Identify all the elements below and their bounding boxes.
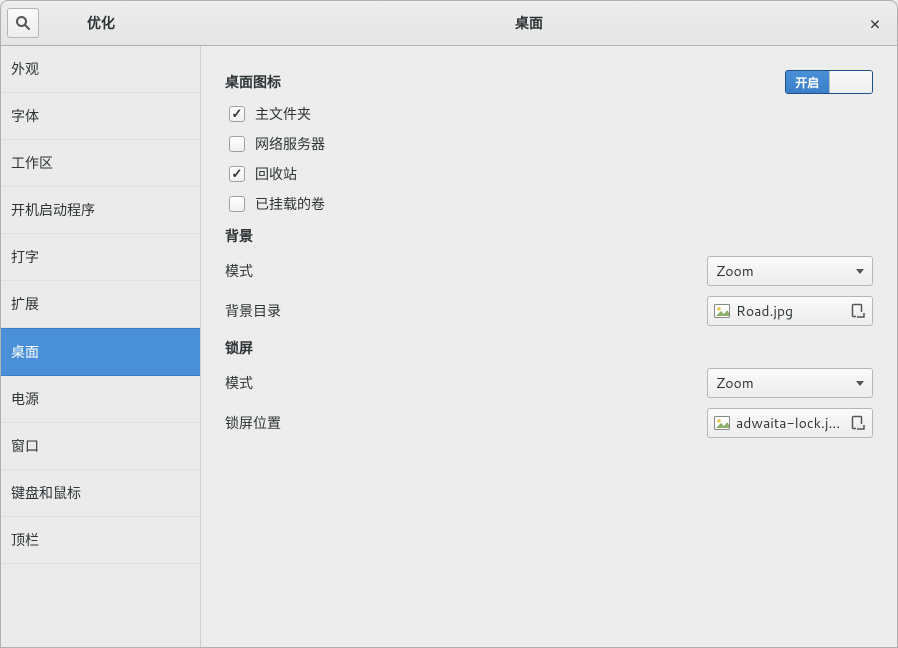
sidebar-item-fonts[interactable]: 字体 xyxy=(1,93,200,140)
background-mode-combo[interactable]: Zoom xyxy=(707,256,873,286)
tweaks-window: 优化 桌面 × 外观 字体 工作区 开机启动程序 打字 扩展 桌面 电源 窗口 … xyxy=(0,0,898,648)
background-mode-label: 模式 xyxy=(225,261,253,281)
sidebar-item-typing[interactable]: 打字 xyxy=(1,234,200,281)
combo-value: Zoom xyxy=(716,373,754,393)
lockscreen-file-button[interactable]: adwaita-lock.jpg xyxy=(707,408,873,438)
desktop-icons-switch[interactable]: 开启 xyxy=(785,70,873,94)
checkbox-trash[interactable] xyxy=(229,166,245,182)
checkbox-home-folder[interactable] xyxy=(229,106,245,122)
image-icon xyxy=(714,416,730,430)
checkbox-mounted-volumes[interactable] xyxy=(229,196,245,212)
background-file-button[interactable]: Road.jpg xyxy=(707,296,873,326)
chevron-down-icon xyxy=(856,381,864,386)
sidebar-item-desktop[interactable]: 桌面 xyxy=(1,328,200,376)
lockscreen-mode-row: 模式 Zoom xyxy=(225,368,873,398)
checkbox-label: 主文件夹 xyxy=(255,104,311,124)
sidebar: 外观 字体 工作区 开机启动程序 打字 扩展 桌面 电源 窗口 键盘和鼠标 顶栏 xyxy=(1,46,201,647)
sidebar-item-label: 电源 xyxy=(11,389,39,409)
sidebar-item-label: 外观 xyxy=(11,59,39,79)
search-icon xyxy=(15,15,31,31)
background-title: 背景 xyxy=(225,226,873,246)
combo-value: Zoom xyxy=(716,261,754,281)
image-icon xyxy=(714,304,730,318)
sidebar-item-label: 工作区 xyxy=(11,153,53,173)
open-file-icon xyxy=(850,303,866,319)
file-name: Road.jpg xyxy=(736,301,844,321)
sidebar-item-windows[interactable]: 窗口 xyxy=(1,423,200,470)
lockscreen-mode-label: 模式 xyxy=(225,373,253,393)
switch-knob xyxy=(829,71,873,93)
content-area: 桌面图标 开启 主文件夹 网络服务器 回收站 已挂载的卷 xyxy=(201,46,897,647)
sidebar-item-label: 字体 xyxy=(11,106,39,126)
background-dir-label: 背景目录 xyxy=(225,301,281,321)
sidebar-item-startup[interactable]: 开机启动程序 xyxy=(1,187,200,234)
sidebar-item-label: 扩展 xyxy=(11,294,39,314)
checkbox-label: 回收站 xyxy=(255,164,297,184)
file-name: adwaita-lock.jpg xyxy=(736,413,844,433)
window-body: 外观 字体 工作区 开机启动程序 打字 扩展 桌面 电源 窗口 键盘和鼠标 顶栏… xyxy=(1,46,897,647)
lockscreen-mode-combo[interactable]: Zoom xyxy=(707,368,873,398)
option-trash: 回收站 xyxy=(225,164,873,184)
background-mode-row: 模式 Zoom xyxy=(225,256,873,286)
sidebar-item-keyboard-mouse[interactable]: 键盘和鼠标 xyxy=(1,470,200,517)
sidebar-item-appearance[interactable]: 外观 xyxy=(1,46,200,93)
checkbox-label: 已挂载的卷 xyxy=(255,194,325,214)
sidebar-item-label: 打字 xyxy=(11,247,39,267)
open-file-icon xyxy=(850,415,866,431)
close-icon: × xyxy=(869,10,880,36)
sidebar-item-workspaces[interactable]: 工作区 xyxy=(1,140,200,187)
page-title: 桌面 xyxy=(201,13,857,33)
sidebar-item-label: 开机启动程序 xyxy=(11,200,95,220)
checkbox-network-servers[interactable] xyxy=(229,136,245,152)
lockscreen-title: 锁屏 xyxy=(225,338,873,358)
option-network-servers: 网络服务器 xyxy=(225,134,873,154)
sidebar-item-power[interactable]: 电源 xyxy=(1,376,200,423)
desktop-icons-title: 桌面图标 xyxy=(225,72,281,92)
sidebar-item-label: 键盘和鼠标 xyxy=(11,483,81,503)
background-dir-row: 背景目录 Road.jpg xyxy=(225,296,873,326)
desktop-icons-section: 桌面图标 开启 xyxy=(225,70,873,94)
sidebar-item-label: 窗口 xyxy=(11,436,39,456)
search-button[interactable] xyxy=(7,8,39,38)
switch-on-label: 开启 xyxy=(786,71,829,93)
sidebar-item-label: 桌面 xyxy=(11,342,39,362)
checkbox-label: 网络服务器 xyxy=(255,134,325,154)
option-mounted-volumes: 已挂载的卷 xyxy=(225,194,873,214)
chevron-down-icon xyxy=(856,269,864,274)
header-bar: 优化 桌面 × xyxy=(1,1,897,46)
sidebar-item-extensions[interactable]: 扩展 xyxy=(1,281,200,328)
lockscreen-pos-label: 锁屏位置 xyxy=(225,413,281,433)
sidebar-item-topbar[interactable]: 顶栏 xyxy=(1,517,200,564)
sidebar-item-label: 顶栏 xyxy=(11,530,39,550)
option-home-folder: 主文件夹 xyxy=(225,104,873,124)
close-button[interactable]: × xyxy=(863,11,887,35)
lockscreen-pos-row: 锁屏位置 adwaita-lock.jpg xyxy=(225,408,873,438)
